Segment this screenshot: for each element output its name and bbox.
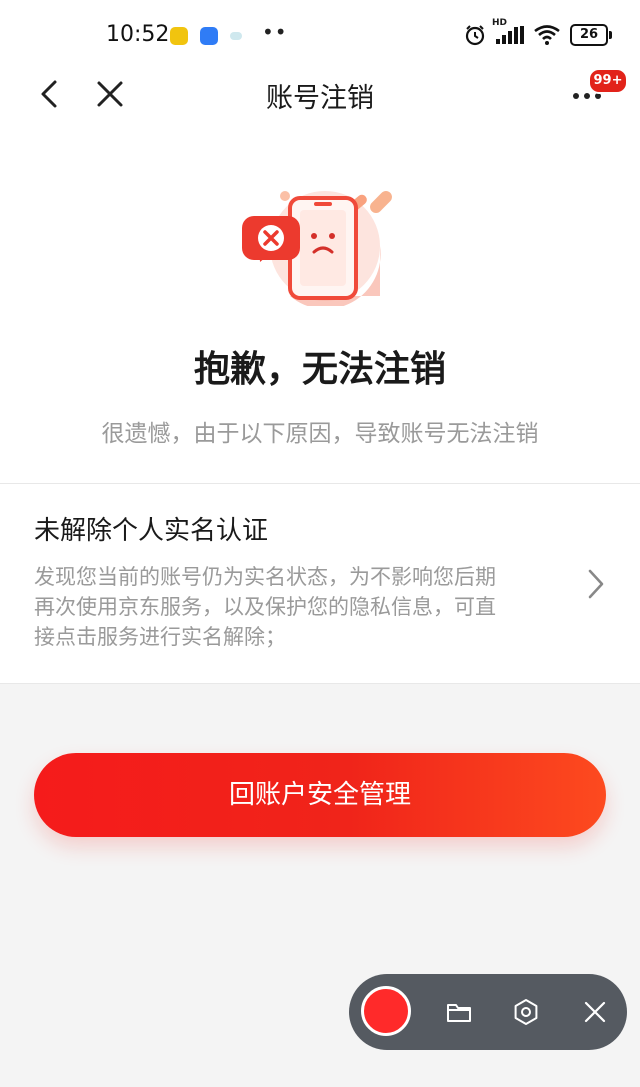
screen-recorder-toolbar xyxy=(349,974,627,1050)
status-time: 10:52 xyxy=(106,22,170,47)
alarm-icon xyxy=(465,25,485,46)
battery-indicator: 26 xyxy=(570,24,612,46)
settings-icon[interactable] xyxy=(512,998,540,1026)
nav-bar: 账号注销 xyxy=(0,62,640,126)
app-notification-icon xyxy=(230,32,242,40)
result-subtitle: 很遗憾，由于以下原因，导致账号无法注销 xyxy=(101,421,539,447)
cancel-failed-illustration xyxy=(242,191,392,306)
result-title: 抱歉，无法注销 xyxy=(193,349,446,390)
chevron-right-icon xyxy=(588,569,604,599)
page-title: 账号注销 xyxy=(266,83,374,114)
message-count-badge: 99+ xyxy=(588,68,628,94)
status-icons: HD 26 xyxy=(464,18,612,48)
wifi-icon xyxy=(534,25,560,45)
back-to-account-security-button[interactable]: 回账户安全管理 xyxy=(34,753,606,837)
divider xyxy=(0,683,640,684)
folder-icon[interactable] xyxy=(445,998,473,1026)
app-notification-icon xyxy=(170,27,188,45)
reason-description: 发现您当前的账号仍为实名状态，为不影响您后期再次使用京东服务，以及保护您的隐私信… xyxy=(34,565,496,649)
close-icon[interactable] xyxy=(581,998,609,1026)
cellular-signal-icon: HD xyxy=(492,18,524,44)
more-notifications-icon: •• xyxy=(262,20,288,44)
app-notification-icon xyxy=(200,27,218,45)
reason-item-realname[interactable]: 未解除个人实名认证 发现您当前的账号仍为实名状态，为不影响您后期再次使用京东服务… xyxy=(0,484,640,682)
reason-title: 未解除个人实名认证 xyxy=(34,516,269,546)
record-button[interactable] xyxy=(361,986,411,1036)
network-label: HD xyxy=(492,18,508,28)
